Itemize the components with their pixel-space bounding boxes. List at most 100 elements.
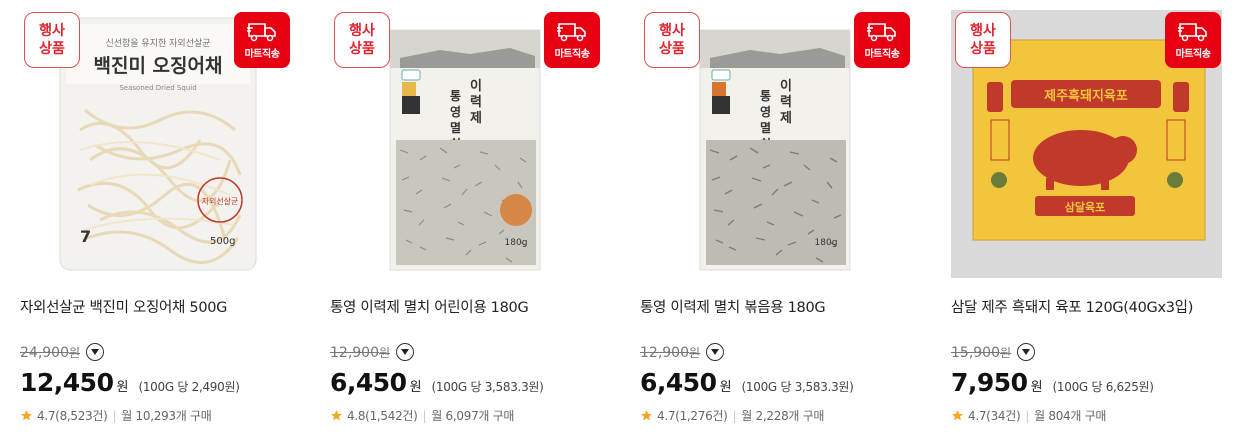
star-icon (331, 410, 342, 421)
rating-text[interactable]: 4.7(8,523건) (37, 407, 108, 424)
product-name[interactable]: 통영 이력제 멸치 볶음용 180G (640, 296, 911, 317)
original-price-row: 12,900원 (330, 343, 415, 361)
event-badge-line1: 행사 (349, 23, 375, 39)
svg-text:력: 력 (470, 95, 482, 110)
product-name[interactable]: 삼달 제주 흑돼지 육포 120G(40Gx3입) (951, 296, 1222, 317)
mart-delivery-badge: 마트직송 (544, 12, 600, 68)
monthly-sales: 월 6,097개 구매 (431, 409, 515, 423)
svg-text:제주흑돼지육포: 제주흑돼지육포 (1044, 88, 1128, 104)
svg-text:7: 7 (80, 227, 91, 246)
svg-text:180g: 180g (505, 238, 528, 248)
svg-text:통: 통 (450, 88, 461, 103)
review-row: 4.8(1,542건) | 월 6,097개 구매 (330, 407, 514, 424)
delivery-badge-label: 마트직송 (554, 48, 590, 60)
price-detail-toggle[interactable] (396, 343, 415, 361)
chevron-down-icon (401, 349, 410, 355)
unit-price: (100G 당 3,583.3원) (741, 380, 854, 394)
review-row: 4.7(34건) | 월 804개 구매 (951, 407, 1106, 424)
svg-text:이: 이 (780, 78, 792, 94)
product-name[interactable]: 자외선살균 백진미 오징어채 500G (20, 296, 291, 317)
currency-label: 원 (409, 380, 422, 395)
svg-text:멸: 멸 (760, 121, 771, 135)
star-icon (641, 410, 652, 421)
original-price-row: 24,900원 (20, 343, 105, 361)
price-detail-toggle[interactable] (1017, 343, 1036, 361)
unit-price: (100G 당 2,490원) (138, 380, 240, 394)
currency-label: 원 (1030, 380, 1043, 395)
svg-text:영: 영 (450, 104, 461, 119)
rating-text[interactable]: 4.7(1,276건) (657, 407, 728, 424)
svg-text:멸: 멸 (450, 121, 461, 135)
product-grid: 신선함을 유지한 자외선살균 백진미 오징어채 Seasoned Dried S… (0, 0, 1234, 447)
divider: | (732, 408, 737, 423)
price-detail-toggle[interactable] (86, 343, 105, 361)
price-detail-toggle[interactable] (706, 343, 725, 361)
delivery-badge-label: 마트직송 (244, 48, 280, 60)
product-image[interactable]: 제주흑돼지육포 삼달육포 행사 상품 마트직송 (951, 10, 1222, 278)
original-price-row: 15,900원 (951, 343, 1036, 361)
currency-label: 원 (719, 380, 732, 395)
svg-text:영: 영 (760, 104, 771, 119)
original-price: 12,900원 (330, 344, 391, 361)
product-card[interactable]: 이 력 제 통 영 멸 치 180g (330, 10, 601, 440)
sale-price-row: 12,450 원 (100G 당 2,490원) (20, 368, 240, 397)
svg-text:Seasoned Dried Squid: Seasoned Dried Squid (119, 84, 196, 92)
star-icon (21, 410, 32, 421)
svg-text:자외선살균: 자외선살균 (202, 196, 239, 206)
product-image[interactable]: 이 력 제 통 영 멸 치 180g (330, 10, 601, 278)
sale-price-row: 6,450 원 (100G 당 3,583.3원) (330, 368, 544, 397)
currency-label: 원 (116, 380, 129, 395)
event-product-badge: 행사 상품 (644, 12, 700, 68)
event-badge-line1: 행사 (39, 23, 65, 39)
chevron-down-icon (91, 349, 100, 355)
monthly-sales: 월 804개 구매 (1034, 409, 1107, 423)
svg-text:500g: 500g (210, 236, 235, 247)
svg-text:삼달육포: 삼달육포 (1065, 200, 1105, 214)
star-icon (952, 410, 963, 421)
original-price-row: 12,900원 (640, 343, 725, 361)
package-brand-text: 백진미 오징어채 (94, 55, 223, 77)
svg-text:신선함을 유지한 자외선살균: 신선함을 유지한 자외선살균 (105, 37, 210, 49)
delivery-badge-label: 마트직송 (864, 48, 900, 60)
event-product-badge: 행사 상품 (955, 12, 1011, 68)
event-badge-line2: 상품 (659, 41, 685, 57)
product-card[interactable]: 제주흑돼지육포 삼달육포 행사 상품 마트직송 삼달 제주 흑돼지 육포 120… (951, 10, 1222, 440)
chevron-down-icon (711, 349, 720, 355)
review-row: 4.7(8,523건) | 월 10,293개 구매 (20, 407, 212, 424)
event-product-badge: 행사 상품 (334, 12, 390, 68)
rating-text[interactable]: 4.8(1,542건) (347, 407, 418, 424)
sale-price: 12,450 (20, 368, 114, 397)
event-badge-line2: 상품 (970, 41, 996, 57)
svg-text:180g: 180g (815, 238, 838, 248)
truck-icon (867, 22, 896, 41)
mart-delivery-badge: 마트직송 (1165, 12, 1221, 68)
rating-text[interactable]: 4.7(34건) (968, 407, 1021, 424)
sale-price-row: 6,450 원 (100G 당 3,583.3원) (640, 368, 854, 397)
divider: | (1025, 408, 1030, 423)
sale-price: 6,450 (640, 368, 717, 397)
mart-delivery-badge: 마트직송 (234, 12, 290, 68)
product-card[interactable]: 신선함을 유지한 자외선살균 백진미 오징어채 Seasoned Dried S… (20, 10, 291, 440)
truck-icon (557, 22, 586, 41)
sale-price-row: 7,950 원 (100G 당 6,625원) (951, 368, 1154, 397)
original-price: 24,900원 (20, 344, 81, 361)
review-row: 4.7(1,276건) | 월 2,228개 구매 (640, 407, 824, 424)
event-badge-line1: 행사 (659, 23, 685, 39)
chevron-down-icon (1022, 349, 1031, 355)
product-image[interactable]: 신선함을 유지한 자외선살균 백진미 오징어채 Seasoned Dried S… (20, 10, 291, 278)
product-card[interactable]: 이 력 제 통 영 멸 치 180g 행사 (640, 10, 911, 440)
svg-text:통: 통 (760, 88, 771, 103)
divider: | (422, 408, 427, 423)
product-name[interactable]: 통영 이력제 멸치 어린이용 180G (330, 296, 601, 317)
mart-delivery-badge: 마트직송 (854, 12, 910, 68)
monthly-sales: 월 10,293개 구매 (121, 409, 212, 423)
event-badge-line2: 상품 (349, 41, 375, 57)
truck-icon (247, 22, 276, 41)
unit-price: (100G 당 6,625원) (1052, 380, 1154, 394)
divider: | (112, 408, 117, 423)
delivery-badge-label: 마트직송 (1175, 48, 1211, 60)
monthly-sales: 월 2,228개 구매 (741, 409, 825, 423)
event-badge-line1: 행사 (970, 23, 996, 39)
svg-text:제: 제 (780, 111, 792, 126)
product-image[interactable]: 이 력 제 통 영 멸 치 180g 행사 (640, 10, 911, 278)
